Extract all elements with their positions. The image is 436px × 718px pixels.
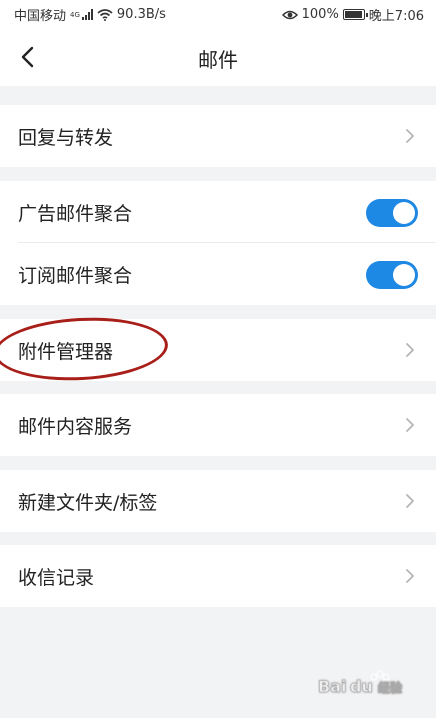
- battery-icon: [342, 9, 368, 20]
- reply-forward-row[interactable]: 回复与转发: [0, 105, 436, 167]
- signal-icon: [81, 9, 93, 20]
- chevron-right-icon: [406, 343, 414, 357]
- svg-text:du: du: [350, 677, 373, 696]
- chevron-right-icon: [406, 418, 414, 432]
- wifi-icon: [97, 8, 113, 21]
- attachment-manager-label: 附件管理器: [18, 340, 114, 363]
- carrier-label: 中国移动: [14, 9, 67, 24]
- page-title: 邮件: [198, 48, 238, 72]
- subscription-aggregate-toggle[interactable]: [366, 261, 418, 289]
- group-reply: 回复与转发: [0, 105, 436, 167]
- toggle-knob: [393, 202, 415, 224]
- subscription-aggregate-row: 订阅邮件聚合: [0, 243, 436, 305]
- nav-bar: 邮件: [0, 28, 436, 86]
- receive-log-label: 收信记录: [18, 566, 95, 589]
- network-type: 4G: [70, 10, 80, 19]
- battery-percent: 100%: [301, 7, 339, 22]
- new-folder-tag-row[interactable]: 新建文件夹/标签: [0, 470, 436, 532]
- eye-comfort-icon: [281, 10, 298, 19]
- chevron-right-icon: [406, 569, 414, 583]
- ad-aggregate-row: 广告邮件聚合: [0, 181, 436, 243]
- chevron-right-icon: [406, 494, 414, 508]
- content-service-label: 邮件内容服务: [18, 415, 133, 438]
- ad-aggregate-toggle[interactable]: [366, 199, 418, 227]
- group-content: 邮件内容服务: [0, 394, 436, 456]
- group-attachment: 附件管理器: [0, 319, 436, 381]
- status-right: 100% 晚上7:06: [281, 5, 424, 24]
- reply-forward-label: 回复与转发: [18, 126, 114, 149]
- group-folder: 新建文件夹/标签: [0, 470, 436, 532]
- chevron-right-icon: [406, 129, 414, 143]
- group-receive-log: 收信记录: [0, 545, 436, 607]
- clock: 晚上7:06: [368, 9, 424, 24]
- subscription-aggregate-label: 订阅邮件聚合: [18, 264, 133, 287]
- group-aggregate: 广告邮件聚合 订阅邮件聚合: [0, 181, 436, 305]
- attachment-manager-row[interactable]: 附件管理器: [0, 319, 436, 381]
- baidu-watermark-logo: Bai du 经验: [318, 670, 403, 696]
- status-bar: 中国移动 4G 90.3B/s 100% 晚上7:06: [0, 0, 436, 28]
- status-left: 中国移动 4G 90.3B/s: [14, 5, 166, 24]
- new-folder-tag-label: 新建文件夹/标签: [18, 491, 158, 514]
- ad-aggregate-label: 广告邮件聚合: [18, 202, 133, 225]
- svg-text:经验: 经验: [378, 680, 403, 695]
- receive-log-row[interactable]: 收信记录: [0, 545, 436, 607]
- content-service-row[interactable]: 邮件内容服务: [0, 394, 436, 456]
- toggle-knob: [393, 264, 415, 286]
- svg-text:Bai: Bai: [318, 677, 346, 696]
- network-speed: 90.3B/s: [116, 7, 166, 22]
